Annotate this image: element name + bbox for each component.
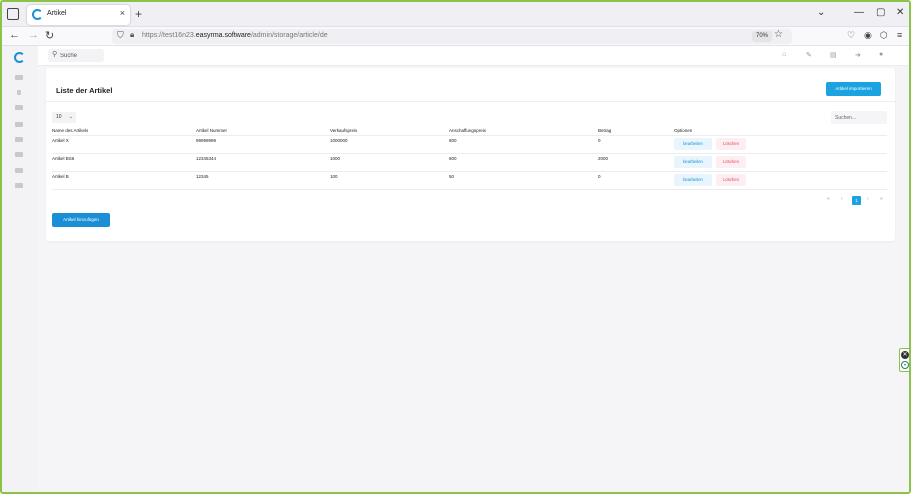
- column-header-number[interactable]: Artikel Nummer: [196, 128, 227, 133]
- cell-name: Artikel X: [52, 138, 69, 143]
- tracking-shield-icon[interactable]: ⛉: [117, 30, 124, 41]
- delete-button[interactable]: Löschen: [716, 174, 746, 186]
- app-logo[interactable]: [14, 52, 25, 63]
- menu-icon[interactable]: ≡: [897, 30, 902, 40]
- per-page-value: 10: [56, 114, 62, 120]
- new-tab-button[interactable]: +: [135, 7, 142, 21]
- forward-button[interactable]: →: [28, 29, 39, 41]
- help-icon[interactable]: •: [901, 361, 909, 369]
- sidebar-settings-icon[interactable]: [15, 183, 23, 188]
- shop-icon[interactable]: ⌂: [782, 51, 786, 58]
- back-button[interactable]: ←: [9, 29, 20, 41]
- tools-icon[interactable]: ✎: [806, 51, 812, 59]
- tab-overflow-chevron-icon[interactable]: ⌄: [817, 7, 825, 18]
- tab-artikel[interactable]: Artikel ×: [27, 5, 130, 25]
- table-search-input[interactable]: [835, 113, 883, 122]
- delivery-icon[interactable]: ▤: [830, 51, 837, 59]
- url-bar[interactable]: ⛉ 🔒︎ https://test16n23.easyrma.software/…: [112, 29, 792, 44]
- global-search-input[interactable]: [60, 51, 100, 60]
- favicon-icon: [32, 9, 43, 20]
- cell-sale-price: 1000: [330, 156, 341, 161]
- sidebar-storage-icon[interactable]: [15, 137, 23, 142]
- add-article-button[interactable]: Artikel hinzufügen: [52, 213, 110, 227]
- account-icon[interactable]: ◉: [864, 30, 872, 41]
- cell-name: Artikel BS6: [52, 156, 75, 161]
- page-title: Liste der Artikel: [56, 86, 113, 95]
- sidebar-truck-icon[interactable]: [15, 168, 23, 173]
- search-icon: ⚲: [52, 51, 58, 58]
- per-page-select[interactable]: 10 ⌄: [52, 112, 76, 123]
- sidebar-dashboard-icon[interactable]: [15, 75, 23, 80]
- minimize-button[interactable]: —: [854, 7, 864, 18]
- article-list-card: Liste der Artikel Artikel importieren 10…: [46, 68, 895, 241]
- arrow-icon[interactable]: ➜: [855, 51, 861, 59]
- browser-window: Artikel × + ⌄ — ▢ ✕ ← → ↻ ⛉ 🔒︎ https://t…: [0, 0, 911, 494]
- extensions-icon[interactable]: ⬡: [880, 30, 888, 41]
- pagination-prev[interactable]: ‹: [841, 196, 843, 202]
- cell-name: Artikel B: [52, 174, 69, 179]
- close-icon[interactable]: ✕: [901, 351, 909, 359]
- row-divider: [52, 153, 887, 154]
- cell-sale-price: 1000000: [330, 138, 348, 143]
- sidebar-users-icon[interactable]: [15, 122, 23, 127]
- row-divider: [52, 189, 887, 190]
- tab-strip: Artikel × + ⌄ — ▢ ✕: [2, 2, 909, 27]
- bookmark-star-icon[interactable]: ☆: [774, 29, 783, 40]
- cell-number: 99999999: [196, 138, 217, 143]
- edit-button[interactable]: bearbeiten: [674, 156, 712, 168]
- zoom-level-badge[interactable]: 70%: [752, 31, 773, 42]
- import-articles-button[interactable]: Artikel importieren: [826, 82, 881, 96]
- navigation-bar: ← → ↻ ⛉ 🔒︎ https://test16n23.easyrma.sof…: [2, 27, 909, 46]
- app-topbar: ⚲ ⌂ ✎ ▤ ➜ ●: [38, 46, 909, 66]
- maximize-button[interactable]: ▢: [876, 7, 885, 18]
- pagination-page-1[interactable]: 1: [852, 196, 861, 205]
- column-header-amount[interactable]: Betrag: [598, 128, 611, 133]
- column-header-sale-price[interactable]: Verkaufspreis: [330, 128, 357, 133]
- floating-widget: ✕ •: [899, 348, 909, 372]
- sidebar-box-icon[interactable]: [15, 152, 23, 157]
- pagination-last[interactable]: »: [880, 196, 883, 202]
- pocket-icon[interactable]: ♡: [847, 30, 855, 41]
- url-text[interactable]: https://test16n23.easyrma.software/admin…: [142, 32, 328, 39]
- cell-amount: 0: [598, 174, 601, 179]
- edit-button[interactable]: bearbeiten: [674, 174, 712, 186]
- edit-button[interactable]: bearbeiten: [674, 138, 712, 150]
- header-divider: [52, 135, 887, 136]
- delete-button[interactable]: Löschen: [716, 138, 746, 150]
- table-search[interactable]: [831, 111, 887, 124]
- pagination-next[interactable]: ›: [867, 196, 869, 202]
- cell-amount: 2000: [598, 156, 609, 161]
- tab-close-icon[interactable]: ×: [120, 8, 125, 18]
- cell-purchase-price: 800: [449, 138, 457, 143]
- pagination-first[interactable]: «: [827, 196, 830, 202]
- close-window-button[interactable]: ✕: [896, 7, 904, 18]
- app-sidebar: [2, 46, 38, 492]
- user-avatar-icon[interactable]: ●: [879, 51, 883, 58]
- cell-purchase-price: 50: [449, 174, 455, 179]
- row-divider: [52, 171, 887, 172]
- chevron-down-icon: ⌄: [68, 114, 73, 120]
- cell-number: 12345344: [196, 156, 217, 161]
- lock-icon[interactable]: 🔒︎: [130, 30, 134, 40]
- column-header-name[interactable]: Name des Artikels: [52, 128, 88, 133]
- cell-sale-price: 100: [330, 174, 338, 179]
- sidebar-tasks-icon[interactable]: [17, 90, 21, 95]
- global-search[interactable]: ⚲: [48, 49, 104, 62]
- cell-amount: 0: [598, 138, 601, 143]
- delete-button[interactable]: Löschen: [716, 156, 746, 168]
- cell-purchase-price: 800: [449, 156, 457, 161]
- column-header-purchase-price[interactable]: Anschaffungspreis: [449, 128, 486, 133]
- cell-number: 12345: [196, 174, 209, 179]
- sidebar-list-icon[interactable]: [15, 105, 23, 110]
- divider: [46, 101, 895, 102]
- column-header-options: Optionen: [674, 128, 693, 133]
- reload-button[interactable]: ↻: [45, 29, 54, 42]
- tab-list-icon[interactable]: [7, 8, 19, 20]
- tab-title: Artikel: [47, 10, 67, 17]
